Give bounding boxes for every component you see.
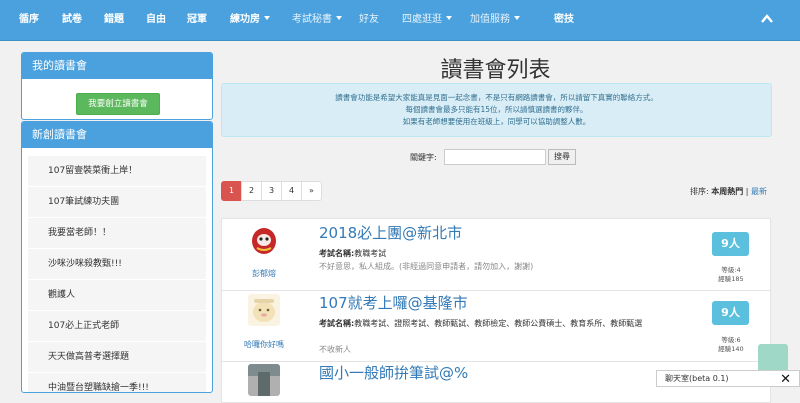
sort-separator: |	[745, 187, 749, 196]
sort-label: 排序:	[689, 187, 709, 196]
list-item[interactable]: 觀護人	[28, 279, 206, 310]
avatar[interactable]	[248, 364, 280, 396]
nav-item-sequential[interactable]: 循序	[19, 0, 39, 40]
new-clubs-panel: 新創讀書會 107留壹裝菜衝上岸！ 107筆試練功夫團 我要當老師！！ 沙咪沙咪…	[21, 121, 213, 393]
nav-item-wrong-questions[interactable]: 錯題	[104, 0, 124, 40]
nav-item-exam-papers[interactable]: 試卷	[62, 0, 82, 40]
keyword-label: 關鍵字:	[410, 153, 437, 162]
chevron-down-icon	[264, 16, 270, 20]
owner-name[interactable]: 哈囉你好嗎	[222, 339, 306, 350]
nav-item-tips[interactable]: 密技	[554, 0, 574, 40]
my-clubs-title: 我的讀書會	[22, 53, 212, 79]
create-club-button[interactable]: 我要創立讀書會	[76, 93, 160, 115]
exam-name: 考試名稱:教職考試	[319, 249, 387, 258]
member-count-badge: 9人	[712, 232, 749, 256]
sort-newest-link[interactable]: 最新	[751, 187, 767, 196]
nav-item-practice-room[interactable]: 練功房	[230, 0, 270, 40]
nav-item-friends[interactable]: 好友	[359, 0, 379, 40]
chevron-down-icon	[514, 16, 520, 20]
list-item[interactable]: 天天做高普考選擇題	[28, 341, 206, 372]
list-item[interactable]: 我要當老師！！	[28, 217, 206, 248]
next-page-button[interactable]: »	[301, 181, 322, 201]
page-4-button[interactable]: 4	[281, 181, 302, 201]
group-level: 等級:4	[721, 266, 741, 274]
group-title[interactable]: 107就考上囉@基隆市	[319, 292, 468, 313]
sort-controls: 排序: 本周熱門 | 最新	[690, 186, 767, 197]
group-note: 不收新人	[319, 345, 351, 354]
member-count-badge: 9人	[712, 301, 749, 325]
list-item[interactable]: 107留壹裝菜衝上岸！	[28, 155, 206, 186]
group-card: 哈囉你好嗎 107就考上囉@基隆市 考試名稱:教職考試、證照考試、教師甄試、教師…	[221, 290, 771, 362]
page-1-button[interactable]: 1	[221, 181, 242, 201]
nav-item-exam-secretary[interactable]: 考試秘書	[292, 0, 342, 40]
group-title[interactable]: 2018必上團@新北市	[319, 222, 462, 243]
chat-widget[interactable]: 聊天室(beta 0.1) ✕	[656, 370, 800, 387]
list-item[interactable]: 107筆試練功夫團	[28, 186, 206, 217]
page-title: 讀書會列表	[440, 58, 551, 83]
page-2-button[interactable]: 2	[241, 181, 262, 201]
nav-item-champion[interactable]: 冠軍	[187, 0, 207, 40]
close-icon[interactable]: ✕	[780, 373, 791, 386]
my-clubs-panel: 我的讀書會 我要創立讀書會	[21, 52, 213, 120]
group-exp: 經驗140	[718, 345, 744, 353]
group-note: 不好意思，私人組成。(非經過同意申請者，請勿加入，謝謝)	[319, 262, 534, 271]
exam-name: 考試名稱:教職考試、證照考試、教師甄試、教師檢定、教師公費碩士、教育系所、教師甄…	[319, 319, 643, 328]
group-exp: 經驗185	[718, 275, 744, 283]
chat-label: 聊天室(beta 0.1)	[665, 374, 729, 383]
info-line: 如果有老師想要使用在班級上，同學可以協助調整人數。	[402, 117, 591, 126]
chevron-down-icon	[336, 16, 342, 20]
group-title[interactable]: 國小一般師拚筆試@%	[319, 362, 468, 383]
list-item[interactable]: 中油暨台塑職缺搶一季!!!	[28, 372, 206, 392]
sort-popular-link[interactable]: 本周熱門	[711, 187, 743, 196]
new-clubs-list: 107留壹裝菜衝上岸！ 107筆試練功夫團 我要當老師！！ 沙咪沙咪殺教甄!!!…	[22, 155, 212, 392]
avatar[interactable]	[248, 294, 280, 326]
info-line: 讀書會功能是希望大家能真是見面一起念書，不是只有網路讀書會，所以請留下真實的聯絡…	[335, 93, 658, 102]
pagination: 1 2 3 4 »	[221, 181, 322, 201]
chevron-down-icon	[446, 16, 452, 20]
info-alert: 讀書會功能是希望大家能真是見面一起念書，不是只有網路讀書會，所以請留下真實的聯絡…	[221, 83, 772, 137]
list-item[interactable]: 107必上正式老師	[28, 310, 206, 341]
search-button[interactable]: 搜尋	[548, 149, 576, 165]
new-clubs-title: 新創讀書會	[22, 122, 212, 148]
keyword-input[interactable]	[444, 149, 546, 165]
owner-name[interactable]: 彭郁熔	[222, 268, 306, 279]
chevron-up-icon[interactable]	[760, 12, 774, 26]
nav-item-value-services[interactable]: 加值服務	[470, 0, 520, 40]
nav-item-free[interactable]: 自由	[146, 0, 166, 40]
group-card: 彭郁熔 2018必上團@新北市 考試名稱:教職考試 不好意思，私人組成。(非經過…	[221, 218, 771, 291]
nav-item-browse[interactable]: 四處逛逛	[402, 0, 452, 40]
page-3-button[interactable]: 3	[261, 181, 282, 201]
avatar[interactable]	[248, 224, 280, 256]
list-item[interactable]: 沙咪沙咪殺教甄!!!	[28, 248, 206, 279]
top-navbar: 循序 試卷 錯題 自由 冠軍 練功房 考試秘書 好友 四處逛逛 加值服務 密技	[0, 0, 800, 41]
info-line: 每個讀書會最多只能有15位，所以請慎選讀書的夥伴。	[405, 105, 588, 114]
group-level: 等級:6	[721, 336, 741, 344]
